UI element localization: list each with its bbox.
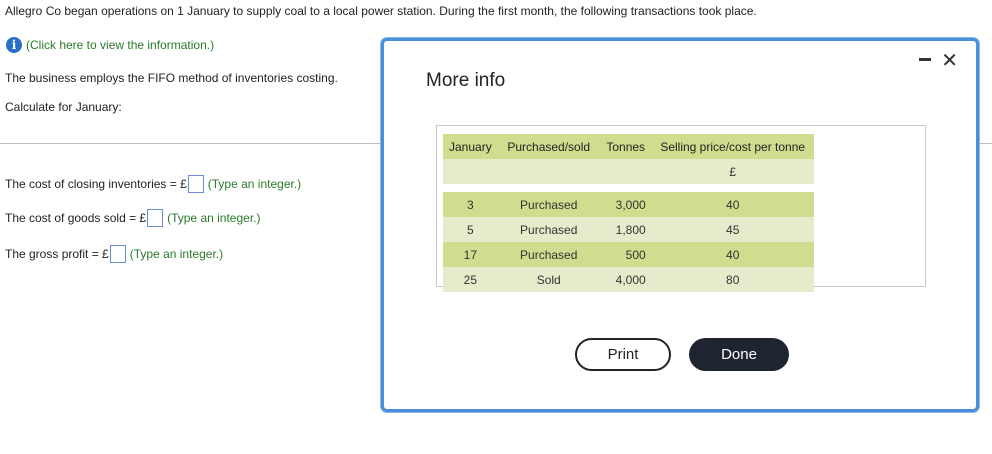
table-cell: Sold: [497, 267, 600, 292]
gross-profit-input[interactable]: [109, 245, 126, 263]
table-cell: 3: [443, 192, 498, 217]
answer-row-cost-of-goods-sold: The cost of goods sold = £ (Type an inte…: [5, 209, 260, 227]
table-cell: [599, 159, 652, 184]
info-icon[interactable]: i: [6, 37, 22, 53]
table-cell: 45: [651, 217, 814, 242]
info-link-row[interactable]: i (Click here to view the information.): [6, 37, 214, 53]
method-text: The business employs the FIFO method of …: [5, 71, 338, 85]
print-button[interactable]: Print: [575, 338, 671, 371]
table-row: 5 Purchased 1,800 45: [443, 217, 814, 242]
table-subheader-row: £: [443, 159, 814, 184]
info-table: January Purchased/sold Tonnes Selling pr…: [443, 134, 814, 292]
unit-cell: £: [651, 159, 814, 184]
table-row: 25 Sold 4,000 80: [443, 267, 814, 292]
answer-hint: (Type an integer.): [207, 177, 302, 191]
column-header: January: [443, 134, 498, 159]
table-cell: [443, 159, 498, 184]
table-cell: 4,000: [599, 267, 652, 292]
info-table-container: January Purchased/sold Tonnes Selling pr…: [436, 125, 926, 292]
answer-row-gross-profit: The gross profit = £ (Type an integer.): [5, 245, 223, 263]
table-cell: 80: [651, 267, 814, 292]
table-row: 17 Purchased 500 40: [443, 242, 814, 267]
table-cell: 40: [651, 242, 814, 267]
table-cell: 500: [599, 242, 652, 267]
column-header: Selling price/cost per tonne: [651, 134, 814, 159]
answer-label: The cost of goods sold = £: [5, 211, 147, 225]
table-cell: 17: [443, 242, 498, 267]
table-cell: Purchased: [497, 217, 600, 242]
table-cell: Purchased: [497, 242, 600, 267]
answer-hint: (Type an integer.): [129, 247, 224, 261]
spacer-row: [443, 184, 814, 192]
answer-label: The cost of closing inventories = £: [5, 177, 187, 191]
table-cell: 1,800: [599, 217, 652, 242]
info-link[interactable]: (Click here to view the information.): [26, 38, 214, 52]
column-header: Tonnes: [599, 134, 652, 159]
done-button[interactable]: Done: [689, 338, 789, 371]
minimize-icon[interactable]: [919, 58, 931, 61]
more-info-dialog: More info ✕ January Purchased/sold Tonne…: [381, 38, 979, 412]
question-intro: Allegro Co began operations on 1 January…: [5, 4, 757, 18]
table-cell: Purchased: [497, 192, 600, 217]
table-row: 3 Purchased 3,000 40: [443, 192, 814, 217]
closing-inventories-input[interactable]: [187, 175, 204, 193]
table-cell: 3,000: [599, 192, 652, 217]
table-cell: [497, 159, 600, 184]
answer-hint: (Type an integer.): [167, 211, 261, 225]
column-header: Purchased/sold: [497, 134, 600, 159]
dialog-title: More info: [426, 70, 506, 91]
answer-label: The gross profit = £: [5, 247, 109, 261]
table-cell: 25: [443, 267, 498, 292]
close-icon[interactable]: ✕: [941, 51, 958, 71]
answer-row-closing-inventories: The cost of closing inventories = £ (Typ…: [5, 175, 301, 193]
table-cell: 40: [651, 192, 814, 217]
calculate-text: Calculate for January:: [5, 100, 122, 114]
cost-of-goods-sold-input[interactable]: [147, 209, 164, 227]
table-cell: 5: [443, 217, 498, 242]
